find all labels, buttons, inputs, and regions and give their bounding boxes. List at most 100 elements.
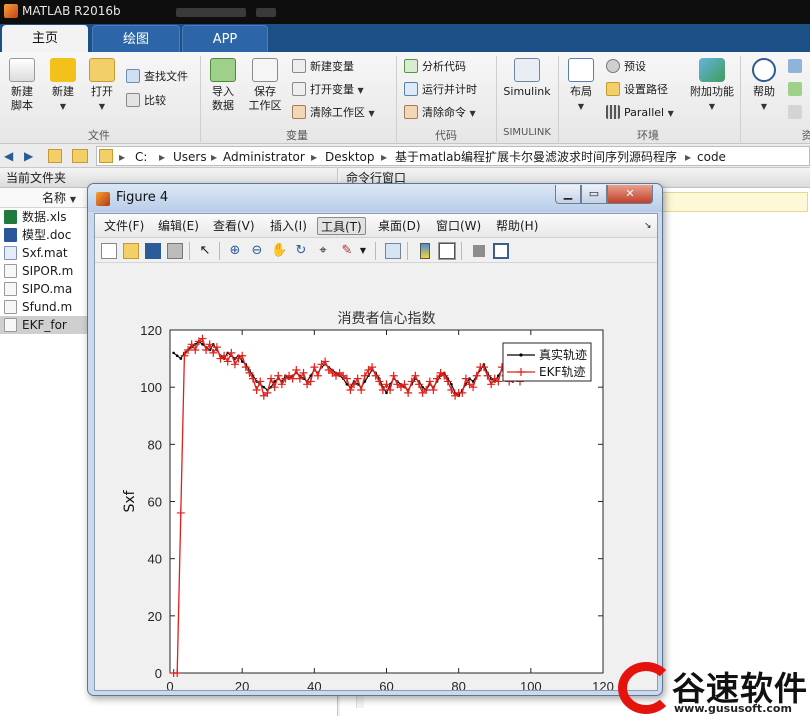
show-plot-tools-icon[interactable] [493, 243, 509, 259]
menu-tools[interactable]: 工具(T) [317, 217, 366, 235]
new-script-button[interactable]: 新建 脚本 [4, 58, 40, 113]
plot-canvas[interactable]: 020406080100120020406080100120消费者信心指数时间S… [95, 264, 657, 690]
crumb-administrator[interactable]: Administrator [223, 148, 305, 166]
dropdown-arrow-icon[interactable]: ▼ [355, 243, 371, 259]
tab-apps[interactable]: APP [182, 25, 268, 52]
browse-folder-icon[interactable] [72, 149, 88, 163]
figure-titlebar[interactable]: Figure 4 ▁ ▭ ✕ [88, 184, 662, 212]
find-files-icon [126, 69, 140, 83]
data-point [175, 354, 179, 358]
add-ons-button[interactable]: 附加功能 ▼ [686, 58, 738, 114]
x-tick-label: 40 [307, 679, 321, 690]
data-point [385, 391, 388, 395]
community-icon [788, 59, 802, 73]
new-button[interactable]: 新建 ▼ [46, 58, 80, 114]
new-figure-icon[interactable] [101, 243, 117, 259]
dock-arrow-icon[interactable]: ↘ [641, 217, 655, 235]
path-field[interactable]: ▸ C: ▸ Users ▸ Administrator ▸ Desktop ▸… [96, 146, 810, 166]
open-label: 打开 [91, 85, 113, 98]
run-and-time-button[interactable]: 运行并计时 [404, 81, 477, 99]
parallel-button[interactable]: Parallel ▼ [606, 104, 674, 122]
open-button[interactable]: 打开 ▼ [86, 58, 118, 114]
menu-file[interactable]: 文件(F) [101, 217, 147, 235]
data-cursor-icon[interactable]: ⌖ [315, 243, 331, 259]
clear-commands-button[interactable]: 清除命令 ▼ [404, 104, 476, 122]
up-folder-icon[interactable] [48, 149, 62, 163]
crumb-drive[interactable]: C: [135, 148, 147, 166]
new-variable-button[interactable]: 新建变量 [292, 58, 354, 76]
new-variable-label: 新建变量 [310, 60, 354, 73]
brush-icon[interactable]: ✎ [339, 243, 355, 259]
zoom-in-icon[interactable]: ⊕ [227, 243, 243, 259]
colorbar-icon[interactable] [420, 243, 430, 259]
clear-workspace-button[interactable]: 清除工作区 ▼ [292, 104, 375, 122]
compare-button[interactable]: 比较 [126, 92, 166, 110]
compare-label: 比较 [144, 94, 166, 107]
pan-icon[interactable]: ✋ [271, 243, 287, 259]
rotate-icon[interactable]: ↻ [293, 243, 309, 259]
file-name: EKF_for [22, 318, 67, 332]
dropdown-arrow-icon: ▼ [357, 86, 364, 95]
close-button[interactable]: ✕ [607, 185, 653, 204]
help-button[interactable]: 帮助 ▼ [748, 58, 780, 114]
chart-title: 消费者信心指数 [338, 311, 436, 327]
hide-plot-tools-icon[interactable] [473, 245, 485, 257]
find-files-button[interactable]: 查找文件 [126, 68, 188, 86]
toolbar-separator [407, 242, 408, 260]
figure-body: 文件(F) 编辑(E) 查看(V) 插入(I) 工具(T) 桌面(D) 窗口(W… [94, 213, 658, 691]
dropdown-arrow-icon: ▼ [98, 102, 106, 111]
community-button[interactable] [788, 58, 806, 76]
new-variable-icon [292, 59, 306, 73]
tab-home[interactable]: 主页 [2, 25, 88, 52]
dropdown-arrow-icon: ▼ [368, 109, 375, 118]
tab-plots[interactable]: 绘图 [92, 25, 180, 52]
app-title: MATLAB R2016b [22, 4, 121, 18]
menu-view[interactable]: 查看(V) [210, 217, 258, 235]
m-file-icon [4, 282, 17, 296]
preferences-button[interactable]: 预设 [606, 58, 646, 76]
menu-window[interactable]: 窗口(W) [433, 217, 484, 235]
open-variable-button[interactable]: 打开变量 ▼ [292, 81, 364, 99]
file-name: 模型.doc [22, 228, 72, 242]
menu-insert[interactable]: 插入(I) [267, 217, 310, 235]
crumb-users[interactable]: Users [173, 148, 207, 166]
simulink-button[interactable]: Simulink [502, 58, 552, 99]
pointer-icon[interactable]: ↖ [197, 243, 213, 259]
forward-arrow-icon[interactable]: ▶ [24, 147, 33, 165]
menu-help[interactable]: 帮助(H) [493, 217, 541, 235]
crumb-project[interactable]: 基于matlab编程扩展卡尔曼滤波求时间序列源码程序 [395, 148, 677, 166]
zoom-out-icon[interactable]: ⊖ [249, 243, 265, 259]
x-tick-label: 120 [592, 679, 614, 690]
gear-icon [606, 59, 620, 73]
crumb-desktop[interactable]: Desktop [325, 148, 375, 166]
set-path-icon [606, 82, 620, 96]
set-path-button[interactable]: 设置路径 [606, 81, 668, 99]
back-arrow-icon[interactable]: ◀ [4, 147, 13, 165]
support-button[interactable] [788, 81, 806, 99]
minimize-button[interactable]: ▁ [555, 185, 581, 204]
y-tick-label: 60 [148, 495, 162, 510]
dropdown-arrow-icon: ▼ [708, 102, 716, 111]
legend-icon[interactable] [438, 242, 456, 260]
data-point [450, 383, 453, 386]
print-icon[interactable] [167, 243, 183, 259]
matlab-logo-icon [96, 192, 110, 206]
link-plot-icon[interactable] [385, 243, 401, 259]
y-tick-label: 120 [140, 323, 162, 338]
run-and-time-icon [404, 82, 418, 96]
open-file-icon[interactable] [123, 243, 139, 259]
menu-desktop[interactable]: 桌面(D) [375, 217, 424, 235]
excel-file-icon [4, 210, 17, 224]
dropdown-arrow-icon: ▼ [667, 109, 674, 118]
analyze-code-button[interactable]: 分析代码 [404, 58, 466, 76]
save-workspace-icon [252, 58, 278, 82]
crumb-code[interactable]: code [697, 148, 726, 166]
learn-button[interactable] [788, 104, 806, 122]
maximize-button[interactable]: ▭ [581, 185, 607, 204]
save-icon[interactable] [145, 243, 161, 259]
m-file-icon [4, 300, 17, 314]
layout-button[interactable]: 布局 ▼ [564, 58, 598, 114]
save-workspace-button[interactable]: 保存 工作区 [246, 58, 284, 113]
menu-edit[interactable]: 编辑(E) [155, 217, 202, 235]
import-data-button[interactable]: 导入 数据 [206, 58, 240, 113]
